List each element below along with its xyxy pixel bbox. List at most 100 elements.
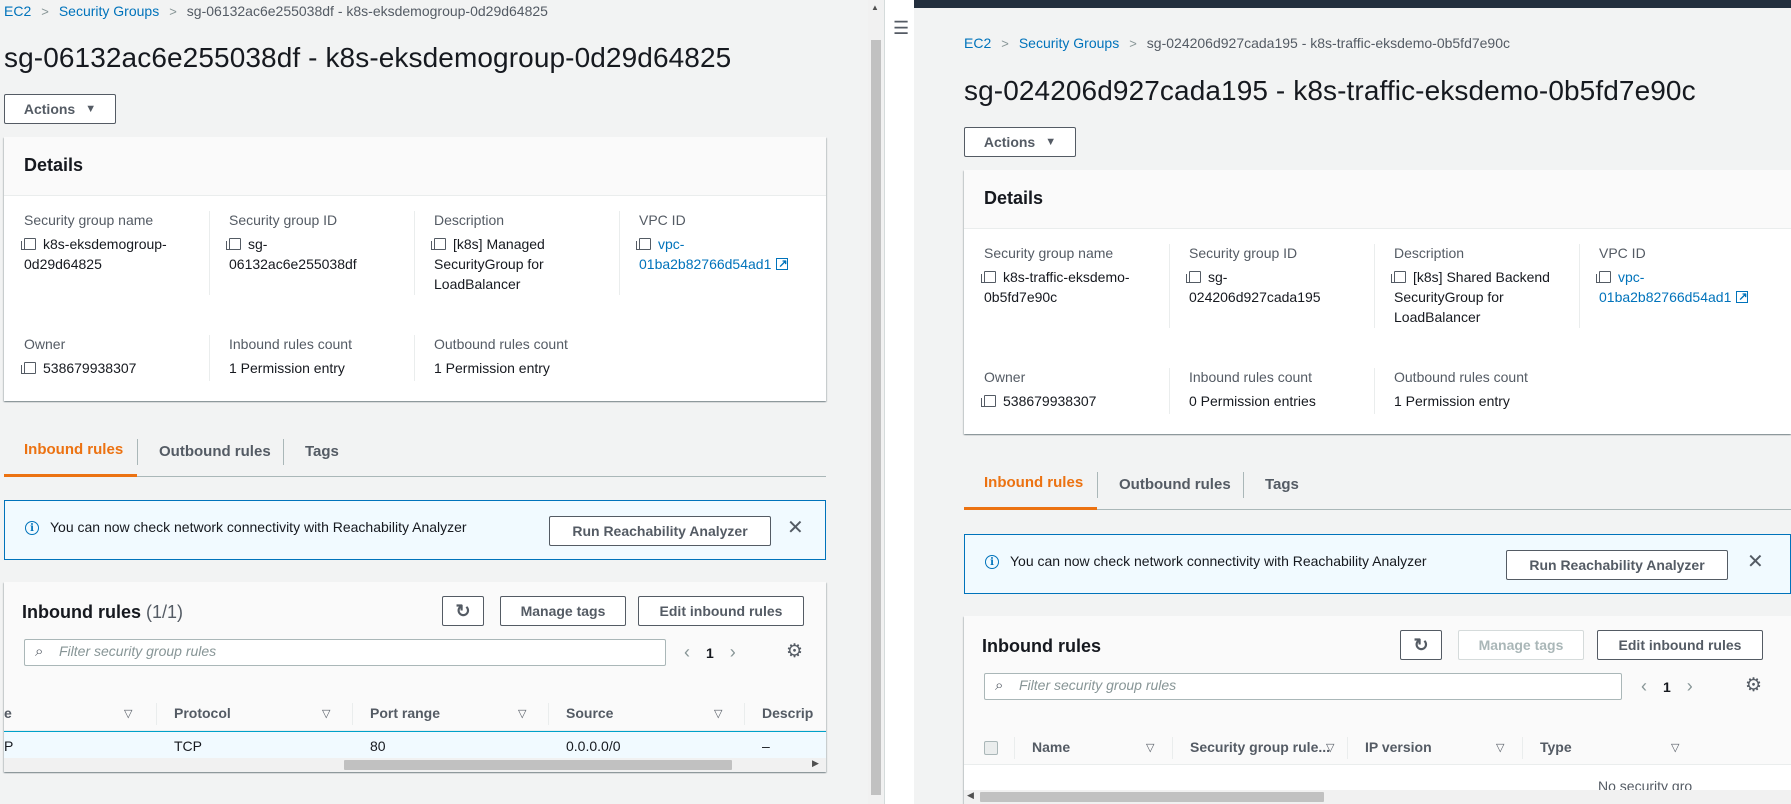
scroll-thumb[interactable] [871,40,881,795]
description-value: [k8s] Shared Backend [1413,269,1550,285]
copy-icon[interactable] [1186,271,1201,283]
vpc-id-link[interactable]: vpc- [658,236,684,252]
vpc-id-link-2[interactable]: 01ba2b82766d54ad1 [1599,289,1731,305]
copy-icon[interactable] [1596,271,1611,283]
edit-inbound-rules-button[interactable]: Edit inbound rules [638,596,804,626]
sg-name-field: Security group name k8s-eksdemogroup- 0d2… [21,212,204,274]
sg-id-label: Security group ID [1189,245,1298,261]
inbound-count-label: Inbound rules count [1189,369,1312,385]
description-value-3: LoadBalancer [434,276,521,292]
vpc-id-link[interactable]: vpc- [1618,269,1644,285]
tab-tags[interactable]: Tags [285,425,359,477]
sg-id-field: Security group ID sg- 024206d927cada195 [1186,245,1369,307]
copy-icon[interactable] [226,238,241,250]
copy-icon[interactable] [981,395,996,407]
refresh-button[interactable]: ↻ [1400,630,1442,660]
breadcrumb-ec2[interactable]: EC2 [964,35,991,51]
owner-field: Owner 538679938307 [21,336,204,378]
external-link-icon[interactable] [776,254,789,274]
owner-value: 538679938307 [1003,393,1097,409]
window-divider [884,0,914,804]
sort-icon[interactable]: ▽ [322,707,330,720]
vpc-id-link-2[interactable]: 01ba2b82766d54ad1 [639,256,771,272]
sort-icon[interactable]: ▽ [1146,741,1154,754]
sort-icon[interactable]: ▽ [1671,741,1679,754]
copy-icon[interactable] [1391,271,1406,283]
description-value-2: SecurityGroup for [1394,289,1504,305]
inbound-count-field: Inbound rules count 1 Permission entry [229,336,409,378]
column-header-source: Source [566,705,614,721]
divider [414,211,415,295]
copy-icon[interactable] [981,271,996,283]
column-divider [1172,737,1173,759]
tab-outbound-rules[interactable]: Outbound rules [1099,458,1251,510]
breadcrumb-ec2[interactable]: EC2 [4,3,31,19]
outbound-count-label: Outbound rules count [434,336,568,352]
sg-name-label: Security group name [24,212,154,228]
scroll-right-icon[interactable]: ▶ [812,758,819,769]
page-number[interactable]: 1 [1663,679,1671,695]
divider [1374,244,1375,328]
column-header: e [4,705,12,721]
select-all-checkbox[interactable] [984,741,998,755]
scroll-thumb[interactable] [344,760,732,770]
manage-tags-button[interactable]: Manage tags [1458,630,1584,660]
scroll-thumb[interactable] [980,792,1324,802]
copy-icon[interactable] [636,238,651,250]
sort-icon[interactable]: ▽ [714,707,722,720]
breadcrumb-security-groups[interactable]: Security Groups [1019,35,1119,51]
run-reachability-analyzer-button[interactable]: Run Reachability Analyzer [549,516,771,546]
page-number[interactable]: 1 [706,645,714,661]
tab-inbound-rules[interactable]: Inbound rules [964,458,1097,510]
horizontal-scrollbar[interactable]: ◀ [964,790,1791,804]
refresh-icon: ↻ [1413,634,1429,655]
edit-inbound-rules-button[interactable]: Edit inbound rules [1597,630,1763,660]
vertical-scrollbar[interactable]: ▲ [868,0,884,804]
filter-rules-input[interactable] [59,643,459,659]
cell-protocol: TCP [174,738,202,754]
column-header-port-range: Port range [370,705,441,721]
chevron-right-icon[interactable]: › [1687,676,1693,696]
caret-down-icon: ▼ [85,103,97,115]
sg-name-value: k8s-traffic-eksdemo- [1003,269,1130,285]
tab-outbound-rules[interactable]: Outbound rules [139,425,291,477]
tab-tags[interactable]: Tags [1245,458,1319,510]
external-link-icon[interactable] [1736,287,1749,307]
cell-description: – [762,738,770,754]
run-reachability-analyzer-button[interactable]: Run Reachability Analyzer [1506,550,1728,580]
close-icon[interactable]: ✕ [787,515,804,540]
sort-icon[interactable]: ▽ [1326,741,1334,754]
copy-icon[interactable] [21,238,36,250]
horizontal-scrollbar[interactable]: ▶ [4,758,826,772]
inbound-rules-title: Inbound rules [982,636,1101,656]
info-icon: i [25,521,39,535]
filter-rules-input[interactable] [1019,677,1419,693]
close-icon[interactable]: ✕ [1747,549,1764,574]
manage-tags-button[interactable]: Manage tags [500,596,626,626]
column-header-description: Descrip [762,705,814,721]
gear-icon[interactable]: ⚙ [786,640,803,663]
chevron-left-icon[interactable]: ‹ [684,642,690,662]
column-header-ip-version: IP version [1365,739,1432,755]
reachability-flash: i You can now check network connectivity… [4,500,826,560]
hamburger-icon[interactable]: ☰ [893,18,909,39]
chevron-left-icon[interactable]: ‹ [1641,676,1647,696]
sort-icon[interactable]: ▽ [1496,741,1504,754]
scroll-left-icon[interactable]: ◀ [967,790,974,801]
breadcrumb-security-groups[interactable]: Security Groups [59,3,159,19]
copy-icon[interactable] [431,238,446,250]
gear-icon[interactable]: ⚙ [1745,674,1762,697]
chevron-right-icon[interactable]: › [730,642,736,662]
sort-icon[interactable]: ▽ [518,707,526,720]
outbound-count-field: Outbound rules count 1 Permission entry [1394,369,1574,411]
refresh-button[interactable]: ↻ [442,596,484,626]
scroll-up-icon[interactable]: ▲ [871,3,879,12]
sort-icon[interactable]: ▽ [124,707,132,720]
search-icon: ⌕ [995,677,1004,694]
table-row[interactable]: P TCP 80 0.0.0.0/0 – [4,731,826,759]
actions-button[interactable]: Actions ▼ [4,94,116,124]
copy-icon[interactable] [21,362,36,374]
actions-button[interactable]: Actions ▼ [964,127,1076,157]
tab-bar: Inbound rules Outbound rules Tags [964,458,1791,510]
tab-inbound-rules[interactable]: Inbound rules [4,425,137,477]
